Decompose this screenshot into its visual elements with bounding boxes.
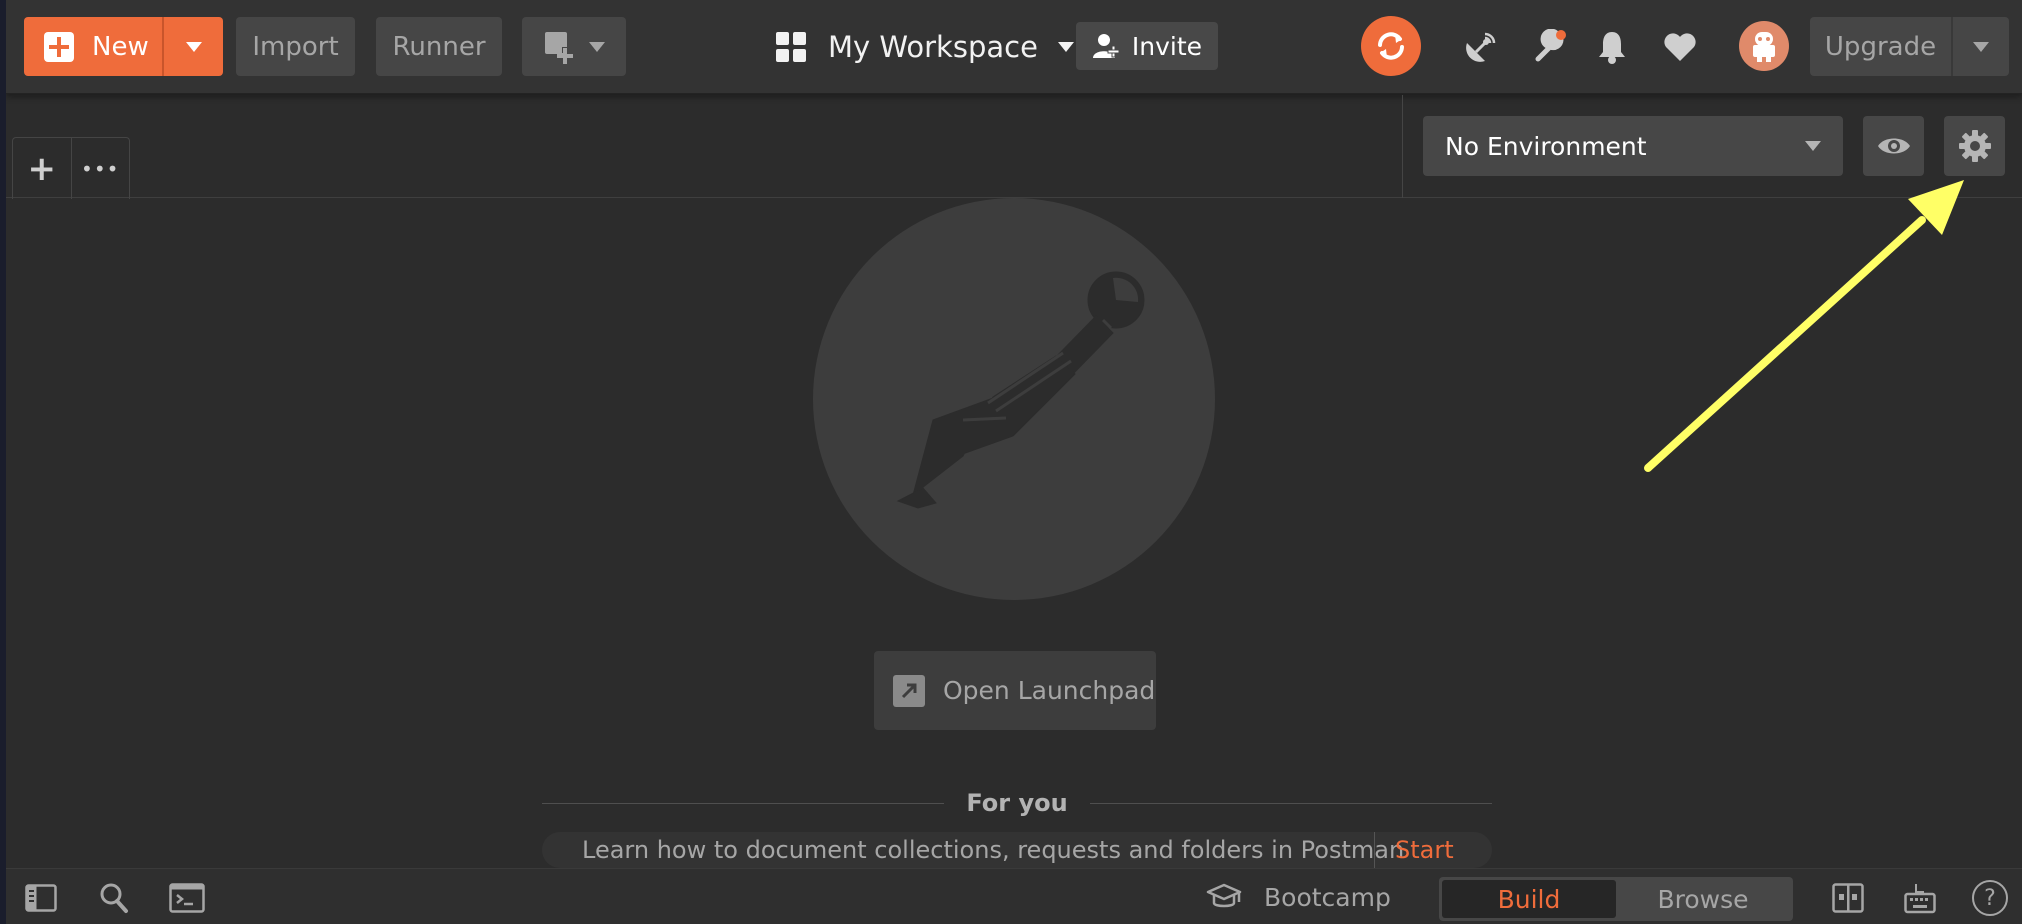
search-icon [100, 883, 128, 913]
settings-menu-button[interactable] [1528, 25, 1572, 69]
keyboard-icon [1904, 884, 1936, 914]
new-button-label: New [92, 31, 149, 62]
workspace-switcher[interactable]: My Workspace [776, 17, 1074, 76]
new-dropdown-button[interactable] [164, 17, 223, 76]
status-bar: Bootcamp Build Browse ? [6, 868, 2022, 924]
bootcamp-button[interactable]: Bootcamp [1206, 877, 1391, 917]
gear-icon [1958, 130, 1991, 162]
open-launchpad-label: Open Launchpad [943, 676, 1156, 705]
upgrade-button-group: Upgrade [1810, 17, 2009, 76]
find-replace-button[interactable] [97, 881, 131, 915]
for-you-heading: For you [966, 789, 1068, 817]
upgrade-button-label: Upgrade [1824, 31, 1937, 62]
console-button[interactable] [167, 881, 207, 915]
top-header: New Import Runner My Workspace Invite Up… [6, 0, 2022, 94]
tip-banner: Learn how to document collections, reque… [542, 832, 1492, 868]
bell-icon [1599, 32, 1625, 64]
chevron-down-icon [1057, 41, 1074, 52]
keyboard-shortcuts-button[interactable] [1903, 881, 1937, 915]
new-button[interactable]: New [24, 17, 164, 76]
wrench-icon [1535, 29, 1566, 62]
new-button-group: New [24, 17, 223, 76]
sidebar-toggle-icon [25, 884, 57, 912]
new-window-button[interactable] [522, 17, 626, 76]
chevron-down-icon [1973, 41, 1989, 52]
tip-text: Learn how to document collections, reque… [542, 832, 1404, 868]
plus-icon: + [27, 148, 57, 189]
chevron-down-icon [589, 41, 605, 52]
upgrade-button[interactable]: Upgrade [1810, 17, 1953, 76]
bootcamp-label: Bootcamp [1264, 882, 1391, 912]
chevron-down-icon [1805, 141, 1821, 151]
build-browse-toggle: Build Browse [1439, 877, 1793, 921]
plus-icon [44, 31, 74, 62]
tab-actions: + ••• [12, 137, 130, 199]
eye-icon [1877, 138, 1910, 154]
environment-select[interactable]: No Environment [1423, 116, 1843, 176]
heart-icon [1664, 33, 1696, 61]
external-link-icon [893, 674, 925, 707]
user-avatar[interactable] [1739, 21, 1789, 71]
sync-button[interactable] [1361, 16, 1421, 76]
divider [1402, 95, 1403, 198]
invite-button-label: Invite [1131, 31, 1203, 61]
workspace-name: My Workspace [828, 29, 1038, 64]
toggle-sidebar-button[interactable] [24, 881, 58, 915]
browse-label: Browse [1657, 884, 1749, 914]
manage-environments-button[interactable] [1944, 116, 2005, 176]
environment-quick-look-button[interactable] [1863, 116, 1924, 176]
environment-selected-value: No Environment [1445, 131, 1647, 161]
two-pane-view-button[interactable] [1831, 881, 1865, 915]
grid-icon [776, 31, 806, 62]
avatar-icon [1753, 32, 1775, 62]
import-button[interactable]: Import [236, 17, 355, 76]
satellite-icon [1466, 32, 1496, 62]
upgrade-dropdown-button[interactable] [1953, 17, 2009, 76]
help-icon: ? [1984, 885, 1996, 911]
postman-rocket-illustration [896, 271, 1145, 509]
tab-bar: + ••• No Environment [6, 95, 2022, 199]
runner-button[interactable]: Runner [376, 17, 502, 76]
favorites-button[interactable] [1658, 25, 1702, 69]
postman-logo [813, 198, 1215, 600]
capture-requests-button[interactable] [1459, 25, 1503, 69]
graduation-cap-icon [1206, 883, 1242, 911]
new-window-icon [545, 31, 573, 64]
invite-button[interactable]: Invite [1076, 22, 1218, 70]
build-mode-button[interactable]: Build [1442, 880, 1616, 918]
tab-options-button[interactable]: ••• [72, 138, 130, 199]
chevron-down-icon [185, 41, 202, 52]
for-you-divider: For you [542, 788, 1493, 818]
help-button[interactable]: ? [1972, 880, 2008, 916]
runner-button-label: Runner [392, 31, 486, 62]
browse-mode-button[interactable]: Browse [1616, 880, 1790, 918]
open-launchpad-button[interactable]: Open Launchpad [874, 651, 1156, 730]
tip-start-link[interactable]: Start [1375, 836, 1454, 864]
notifications-button[interactable] [1590, 25, 1634, 69]
divider-line [1089, 802, 1493, 804]
import-button-label: Import [252, 31, 339, 62]
divider-line [542, 802, 945, 804]
build-label: Build [1497, 884, 1561, 914]
postman-app: New Import Runner My Workspace Invite Up… [6, 0, 2022, 924]
sync-icon [1378, 32, 1404, 60]
new-tab-button[interactable]: + [13, 138, 72, 199]
two-pane-icon [1832, 883, 1864, 913]
console-icon [169, 883, 205, 913]
more-icon: ••• [81, 156, 120, 181]
add-user-icon [1092, 34, 1120, 58]
